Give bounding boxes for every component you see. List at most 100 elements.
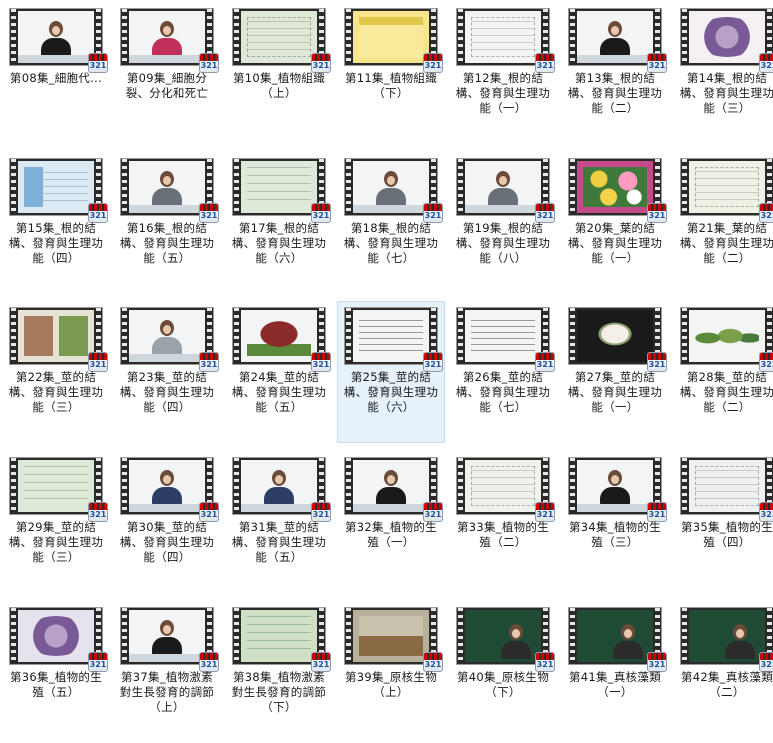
file-name-label: 第42集_真核藻類（二）	[680, 670, 773, 699]
video-thumbnail: 321	[9, 158, 108, 223]
video-thumbnail: 321	[9, 8, 108, 73]
desk	[129, 654, 205, 662]
video-file-item[interactable]: 321 第12集_根的結構、發育與生理功能（一）	[449, 2, 557, 144]
video-thumbnail: 321	[680, 307, 773, 372]
video-frame	[353, 161, 429, 213]
media-player-icon: 321	[647, 53, 667, 73]
file-name-label: 第32集_植物的生殖（一）	[344, 520, 438, 549]
film-strip-left-icon	[346, 308, 351, 364]
media-player-icon: 321	[311, 502, 331, 522]
video-file-item[interactable]: 321第28集_莖的結構、發育與生理功能（二）	[673, 301, 773, 443]
video-file-item[interactable]: 321 第26集_莖的結構、發育與生理功能（七）	[449, 301, 557, 443]
badge-label: 321	[536, 211, 554, 220]
film-strip-left-icon	[234, 159, 239, 215]
presenter-body	[600, 487, 630, 505]
film-strip-left-icon	[122, 608, 127, 664]
lecturer-body	[613, 641, 643, 659]
video-file-item[interactable]: 321 第16集_根的結構、發育與生理功能（五）	[113, 152, 221, 294]
video-file-item[interactable]: 321 第11集_植物組織（下）	[337, 2, 445, 144]
presenter-head	[160, 320, 174, 336]
video-thumbnail: 321	[456, 158, 555, 223]
video-file-item[interactable]: 321 第18集_根的結構、發育與生理功能（七）	[337, 152, 445, 294]
badge-label: 321	[312, 61, 330, 70]
video-file-item[interactable]: 321 第40集_原核生物（下）	[449, 601, 557, 743]
video-file-item[interactable]: 321 第08集_細胞代...	[2, 2, 110, 144]
presenter-body	[41, 38, 71, 56]
badge-label: 321	[312, 660, 330, 669]
video-file-item[interactable]: 321第35集_植物的生殖（四）	[673, 451, 773, 593]
video-thumbnail: 321	[456, 457, 555, 522]
video-file-item[interactable]: 321 第13集_根的結構、發育與生理功能（二）	[561, 2, 669, 144]
video-file-item[interactable]: 321第42集_真核藻類（二）	[673, 601, 773, 743]
video-thumbnail: 321	[568, 158, 667, 223]
media-player-icon: 321	[535, 352, 555, 372]
video-file-item[interactable]: 321 第30集_莖的結構、發育與生理功能（四）	[113, 451, 221, 593]
slide-artwork	[247, 167, 311, 207]
video-file-item[interactable]: 321 第19集_根的結構、發育與生理功能（八）	[449, 152, 557, 294]
video-file-item[interactable]: 321 第34集_植物的生殖（三）	[561, 451, 669, 593]
presenter-head	[160, 620, 174, 636]
video-file-item[interactable]: 321 第27集_莖的結構、發育與生理功能（一）	[561, 301, 669, 443]
video-file-item[interactable]: 321 第39集_原核生物（上）	[337, 601, 445, 743]
lecturer-head	[733, 624, 747, 640]
video-file-item[interactable]: 321 第32集_植物的生殖（一）	[337, 451, 445, 593]
slide-artwork	[471, 17, 535, 57]
video-frame	[353, 610, 429, 662]
file-name-label: 第21集_葉的結構、發育與生理功能（二）	[679, 221, 773, 265]
video-file-item[interactable]: 321第14集_根的結構、發育與生理功能（三）	[673, 2, 773, 144]
video-thumbnail: 321	[120, 158, 219, 223]
video-file-item[interactable]: 321 第23集_莖的結構、發育與生理功能（四）	[113, 301, 221, 443]
video-file-item[interactable]: 321 第17集_根的結構、發育與生理功能（六）	[225, 152, 333, 294]
film-strip-left-icon	[234, 458, 239, 514]
video-file-item[interactable]: 321 第33集_植物的生殖（二）	[449, 451, 557, 593]
media-player-icon: 321	[535, 652, 555, 672]
video-file-item[interactable]: 321 第10集_植物組織（上）	[225, 2, 333, 144]
file-name-label: 第40集_原核生物（下）	[456, 670, 550, 699]
file-name-label: 第37集_植物激素對生長發育的調節（上）	[119, 670, 215, 714]
media-player-icon: 321	[88, 502, 108, 522]
video-thumbnail: 321	[9, 457, 108, 522]
video-file-item[interactable]: 321 第37集_植物激素對生長發育的調節（上）	[113, 601, 221, 743]
file-name-label: 第13集_根的結構、發育與生理功能（二）	[567, 71, 663, 115]
badge-label: 321	[536, 360, 554, 369]
film-strip-left-icon	[346, 458, 351, 514]
video-frame	[465, 161, 541, 213]
presenter-body	[152, 637, 182, 655]
presenter-body	[152, 38, 182, 56]
presenter-head	[49, 21, 63, 37]
video-frame	[465, 460, 541, 512]
video-file-item[interactable]: 321 第31集_莖的結構、發育與生理功能（五）	[225, 451, 333, 593]
video-frame	[577, 460, 653, 512]
film-strip-left-icon	[682, 458, 687, 514]
video-file-item[interactable]: 321 第09集_細胞分裂、分化和死亡	[113, 2, 221, 144]
lecturer-body	[725, 641, 755, 659]
badge-label: 321	[312, 510, 330, 519]
badge-label: 321	[89, 61, 107, 70]
video-file-item[interactable]: 321第21集_葉的結構、發育與生理功能（二）	[673, 152, 773, 294]
video-file-item[interactable]: 321 第24集_莖的結構、發育與生理功能（五）	[225, 301, 333, 443]
media-player-icon: 321	[423, 203, 443, 223]
video-frame	[18, 161, 94, 213]
video-frame	[129, 610, 205, 662]
video-file-item[interactable]: 321 第15集_根的結構、發育與生理功能（四）	[2, 152, 110, 294]
film-strip-left-icon	[122, 9, 127, 65]
video-file-item[interactable]: 321 第29集_莖的結構、發育與生理功能（三）	[2, 451, 110, 593]
video-file-item[interactable]: 321 第20集_葉的結構、發育與生理功能（一）	[561, 152, 669, 294]
video-file-item[interactable]: 321 第36集_植物的生殖（五）	[2, 601, 110, 743]
video-file-item[interactable]: 321 第38集_植物激素對生長發育的調節（下）	[225, 601, 333, 743]
video-file-item[interactable]: 321 第22集_莖的結構、發育與生理功能（三）	[2, 301, 110, 443]
media-player-icon: 321	[88, 53, 108, 73]
film-strip-left-icon	[122, 159, 127, 215]
media-player-icon: 321	[759, 502, 773, 522]
badge-label: 321	[89, 360, 107, 369]
video-file-item[interactable]: 321 第25集_莖的結構、發育與生理功能（六）	[337, 301, 445, 443]
film-strip-left-icon	[346, 159, 351, 215]
video-frame	[689, 161, 765, 213]
presenter-head	[272, 470, 286, 486]
video-file-item[interactable]: 321 第41集_真核藻類（一）	[561, 601, 669, 743]
file-name-label: 第39集_原核生物（上）	[344, 670, 438, 699]
desk	[129, 205, 205, 213]
video-frame	[465, 610, 541, 662]
media-player-icon: 321	[535, 203, 555, 223]
desk	[241, 504, 317, 512]
